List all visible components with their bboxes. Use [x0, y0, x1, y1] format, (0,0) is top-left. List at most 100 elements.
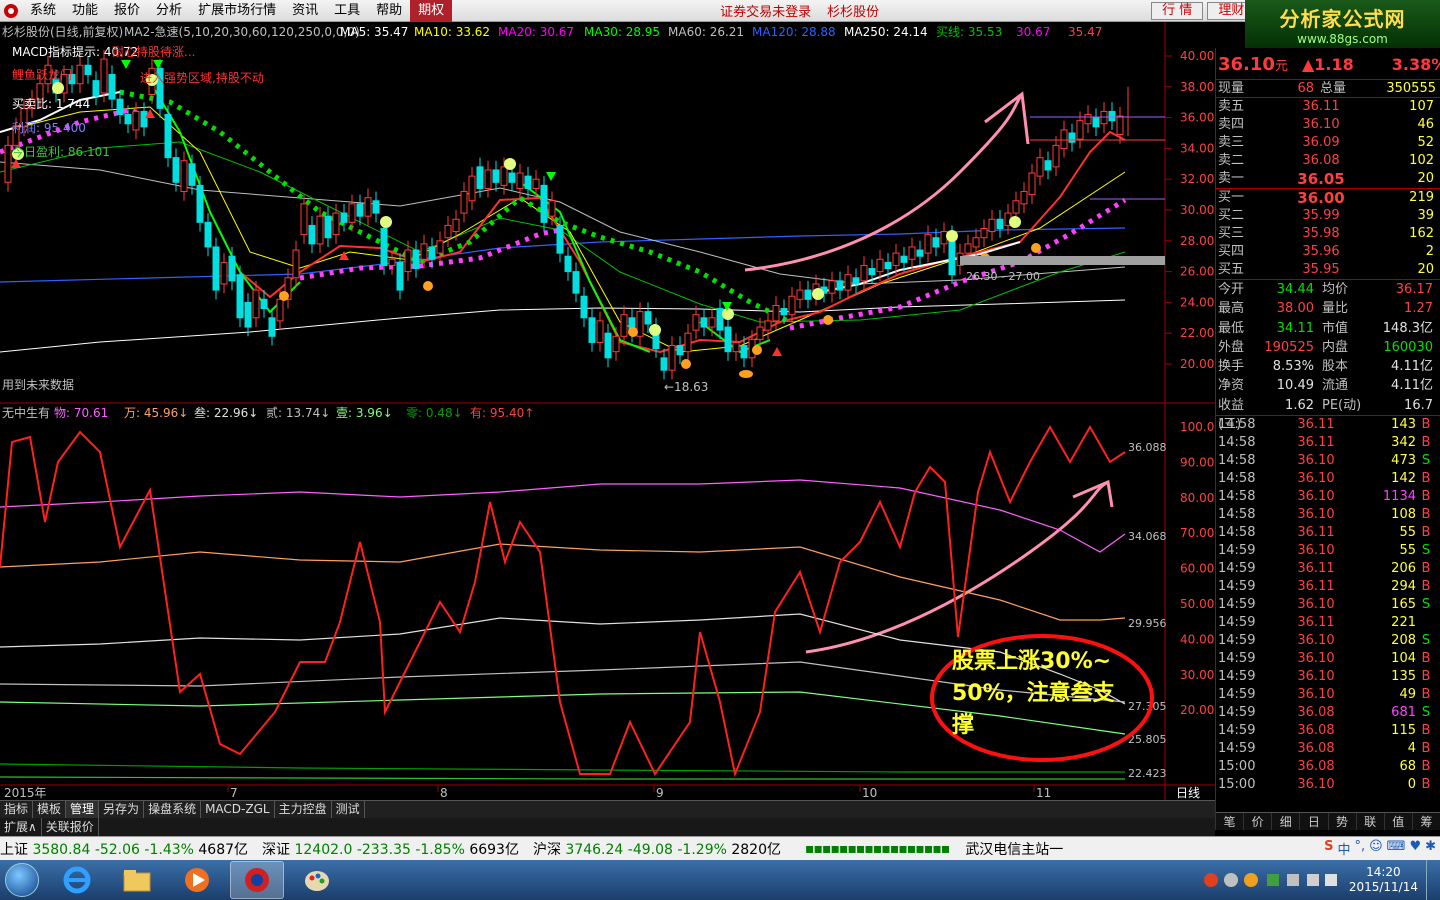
bid-row[interactable]: 买一 36.00 219: [1216, 189, 1440, 207]
stat-row: 净资 10.49 流通 4.11亿: [1216, 376, 1440, 395]
index-item[interactable]: 上证 3580.84 -52.06 -1.43% 4687亿: [0, 839, 248, 859]
menu-function[interactable]: 功能: [64, 0, 106, 22]
tray-icons[interactable]: [1201, 870, 1341, 890]
quote-tab[interactable]: 细: [1272, 813, 1301, 830]
tick-time: 14:59: [1218, 543, 1256, 559]
orange-marker-icon: [1031, 243, 1041, 253]
bottom-tab[interactable]: MACD-ZGL: [201, 801, 275, 818]
bid-row[interactable]: 买二 35.99 39: [1216, 207, 1440, 225]
bottom-tab[interactable]: 指标: [0, 801, 34, 818]
candle: [892, 252, 900, 266]
bottom-tab[interactable]: 测试: [332, 801, 365, 818]
bid-row[interactable]: 买三 35.98 162: [1216, 225, 1440, 243]
start-button[interactable]: [0, 860, 44, 900]
stock-app-taskbar-icon[interactable]: [230, 861, 284, 899]
menu-analysis[interactable]: 分析: [148, 0, 190, 22]
candle: [396, 261, 404, 291]
candle: [228, 255, 236, 282]
server-name[interactable]: 武汉电信主站一: [965, 839, 1063, 859]
chart-svg[interactable]: 杉杉股份(日线,前复权) MA2-急速(5,10,20,30,60,120,25…: [0, 22, 1215, 800]
tick-price: 36.11: [1297, 561, 1335, 577]
quote-tab[interactable]: 值: [1385, 813, 1413, 830]
quote-button[interactable]: 行 情: [1151, 1, 1204, 20]
candle: [108, 73, 116, 100]
price-axis-tick: 20.00: [1180, 357, 1214, 371]
bid-row[interactable]: 买五 35.95 20: [1216, 261, 1440, 279]
bottom-tab[interactable]: 关联报价: [42, 818, 99, 836]
carp-label: 鲤鱼跃龙门: [12, 67, 72, 82]
candle: [908, 246, 916, 260]
menu-tools[interactable]: 工具: [326, 0, 368, 22]
bottom-tab[interactable]: 模板: [33, 801, 67, 818]
candle: [572, 271, 580, 294]
ask-row[interactable]: 卖三 36.09 52: [1216, 134, 1440, 152]
tick-vol: 473: [1391, 453, 1416, 469]
candle: [868, 268, 876, 276]
index-item[interactable]: 深证 12402.0 -233.35 -1.85% 6693亿: [262, 839, 519, 859]
chart-area[interactable]: 杉杉股份(日线,前复权) MA2-急速(5,10,20,30,60,120,25…: [0, 22, 1215, 830]
candle: [1068, 132, 1076, 143]
price-axis-tick: 28.00: [1180, 234, 1214, 248]
tick-row: 14:58 36.10 1134 B: [1216, 488, 1440, 506]
bid-vol: 2: [1425, 244, 1434, 259]
quote-tab[interactable]: 势: [1329, 813, 1357, 830]
clock-date: 2015/11/14: [1348, 880, 1418, 894]
menu-news[interactable]: 资讯: [284, 0, 326, 22]
clock[interactable]: 14:20 2015/11/14: [1349, 865, 1418, 895]
menu-options[interactable]: 期权: [410, 0, 453, 22]
stat-row: 收益(三) 1.62 PE(动) 16.7: [1216, 396, 1440, 432]
ie-taskbar-icon[interactable]: [50, 861, 104, 899]
menu-ext-market[interactable]: 扩展市场行情: [190, 0, 284, 22]
index-name: 深证: [262, 841, 291, 858]
menu-system[interactable]: 系统: [22, 0, 64, 22]
month-label: 11: [1036, 786, 1051, 800]
bottom-tab[interactable]: 管理: [66, 801, 100, 818]
tick-price: 36.08: [1297, 705, 1335, 721]
bid-price: 35.98: [1302, 226, 1340, 241]
tick-vol: 4: [1407, 741, 1416, 757]
stat-key: 外盘: [1218, 339, 1245, 355]
index-item[interactable]: 沪深 3746.24 -49.08 -1.29% 2820亿: [533, 839, 781, 859]
menu-quote[interactable]: 报价: [106, 0, 148, 22]
annotation-line3: 撑: [952, 713, 974, 738]
stat-row: 最高 38.00 量比 1.27: [1216, 299, 1440, 318]
wait-rise-tip: 耐心持股待涨...: [112, 44, 195, 59]
tick-side: B: [1421, 651, 1431, 667]
bid-row[interactable]: 买四 35.96 2: [1216, 243, 1440, 261]
quote-tab[interactable]: 笔: [1216, 813, 1245, 830]
candle: [564, 255, 572, 273]
ask-price: 36.11: [1302, 99, 1340, 114]
bottom-tab[interactable]: 主力控盘: [275, 801, 332, 818]
candle: [1116, 115, 1124, 136]
candle: [204, 221, 212, 248]
tick-time: 14:58: [1218, 489, 1256, 505]
paint-taskbar-icon[interactable]: [290, 861, 344, 899]
quote-tab[interactable]: 价: [1244, 813, 1273, 830]
ma-value-label: 30.67: [1016, 25, 1050, 39]
month-label: 9: [656, 786, 664, 800]
ask-row[interactable]: 卖四 36.10 46: [1216, 116, 1440, 134]
ask-price: 36.09: [1302, 135, 1340, 150]
quote-tab[interactable]: 筹: [1413, 813, 1440, 830]
login-status[interactable]: 证券交易未登录: [712, 1, 819, 20]
media-player-taskbar-icon[interactable]: [170, 861, 224, 899]
tick-vol: 142: [1391, 471, 1416, 487]
bid-vol: 219: [1409, 190, 1434, 205]
menu-help[interactable]: 帮助: [368, 0, 410, 22]
show-desktop-button[interactable]: [1426, 860, 1440, 900]
candle: [1012, 200, 1020, 214]
bottom-tab[interactable]: 另存为: [99, 801, 145, 818]
ime-punct-icon: °,: [1354, 839, 1366, 854]
tick-vol: 115: [1391, 723, 1416, 739]
app-logo-icon[interactable]: [0, 0, 22, 22]
ask-row[interactable]: 卖二 36.08 102: [1216, 152, 1440, 170]
ask-row[interactable]: 卖一 36.05 20: [1216, 170, 1440, 188]
ime-toolbar[interactable]: S 中 °, ☺ ⌨ ♥ ✱: [1324, 839, 1436, 858]
bottom-tab[interactable]: 操盘系统: [144, 801, 202, 818]
indicator-axis-tick: 70.00: [1180, 526, 1214, 540]
explorer-taskbar-icon[interactable]: [110, 861, 164, 899]
bottom-tab[interactable]: 扩展∧: [0, 818, 42, 836]
quote-tab[interactable]: 日: [1300, 813, 1329, 830]
ask-row[interactable]: 卖五 36.11 107: [1216, 98, 1440, 116]
quote-tab[interactable]: 联: [1357, 813, 1385, 830]
